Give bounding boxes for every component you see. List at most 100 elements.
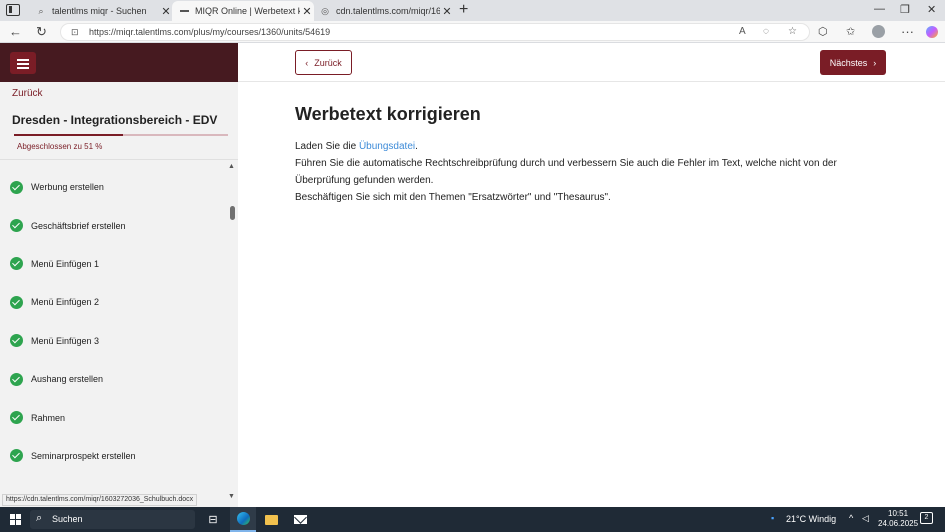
sidebar-scrollbar-thumb[interactable]: [230, 206, 235, 220]
network-activity-icon: ▪: [771, 513, 775, 523]
unit-label: Menü Einfügen 1: [31, 258, 100, 269]
check-icon: [10, 449, 23, 463]
scroll-up-arrow-icon[interactable]: ▲: [228, 163, 235, 170]
course-title: Dresden - Integrationsbereich - EDV: [12, 113, 218, 127]
extensions-icon[interactable]: ⬡: [818, 24, 828, 40]
copilot-icon[interactable]: [926, 26, 938, 38]
content-topbar-divider: [238, 81, 945, 82]
browser-tab-strip: ⌕ talentlms miqr - Suchen ✕ MIQR Online …: [0, 0, 945, 21]
hamburger-menu-icon[interactable]: [10, 52, 36, 74]
more-menu-icon[interactable]: ···: [901, 24, 914, 40]
page-icon: [180, 10, 189, 12]
back-button-label: Zurück: [314, 57, 342, 68]
new-tab-icon[interactable]: +: [459, 1, 468, 19]
tab-search[interactable]: ⌕ talentlms miqr - Suchen ✕: [28, 1, 173, 21]
file-explorer-icon[interactable]: [258, 507, 284, 532]
tray-chevron-up-icon[interactable]: ^: [849, 513, 853, 523]
mail-icon[interactable]: [287, 507, 313, 532]
search-icon: ⌕: [36, 512, 43, 524]
taskbar-search[interactable]: ⌕ Suchen: [30, 510, 195, 529]
browser-toolbar: ← ↻ ⊡ https://miqr.talentlms.com/plus/my…: [0, 21, 945, 43]
profile-avatar[interactable]: [872, 25, 885, 38]
window-close-icon[interactable]: ✕: [927, 3, 936, 16]
progress-text: Abgeschlossen zu 51 %: [17, 142, 103, 151]
check-icon: [10, 295, 23, 309]
scroll-down-arrow-icon[interactable]: ▼: [228, 493, 235, 500]
close-icon[interactable]: ✕: [159, 5, 173, 18]
unit-label: Aushang erstellen: [31, 374, 104, 385]
sidebar-divider: [0, 159, 238, 160]
back-arrow-icon[interactable]: ←: [9, 24, 22, 40]
unit-label: Werbung erstellen: [31, 182, 104, 193]
instruction-line-2: Führen Sie die automatische Rechtschreib…: [295, 158, 837, 186]
address-bar[interactable]: ⊡ https://miqr.talentlms.com/plus/my/cou…: [60, 23, 810, 41]
instruction-line-1: Laden Sie die Übungsdatei.: [295, 138, 895, 155]
unit-item[interactable]: Seminarprospekt erstellen: [0, 437, 226, 475]
unit-item[interactable]: Menü Einfügen 1: [0, 245, 226, 283]
unit-item[interactable]: Geschäftsbrief erstellen: [0, 206, 226, 244]
tab-title: talentlms miqr - Suchen: [52, 6, 147, 16]
tab-title: MIQR Online | Werbetext korrigie: [195, 6, 300, 16]
instruction-text: Laden Sie die: [295, 141, 359, 152]
course-progress-bar: [14, 134, 228, 136]
tab-cdn[interactable]: ◎ cdn.talentlms.com/miqr/16032720 ✕: [312, 1, 454, 21]
check-icon: [10, 180, 23, 194]
sidebar-back-link[interactable]: Zurück: [12, 88, 43, 99]
system-clock[interactable]: 10:51 24.06.2025: [878, 509, 918, 529]
maximize-icon[interactable]: ❐: [900, 3, 910, 16]
next-button-label: Nächstes: [829, 57, 868, 68]
favorites-icon[interactable]: ✩: [846, 24, 855, 40]
search-icon: ⌕: [38, 5, 44, 16]
clock-date: 24.06.2025: [878, 519, 919, 528]
check-icon: [10, 411, 23, 425]
weather-widget[interactable]: 21°C Windig: [786, 514, 836, 524]
check-icon: [10, 372, 23, 386]
course-progress-fill: [14, 134, 124, 136]
unit-item[interactable]: Menü Einfügen 3: [0, 322, 226, 360]
windows-start-icon[interactable]: [10, 514, 21, 525]
more-tools-icon[interactable]: ◌: [763, 26, 769, 37]
link-status-tooltip: https://cdn.talentlms.com/miqr/160327203…: [2, 494, 198, 506]
unit-label: Menü Einfügen 2: [31, 297, 100, 308]
exercise-file-link[interactable]: Übungsdatei: [359, 141, 415, 152]
globe-icon: ◎: [321, 5, 329, 16]
check-icon: [10, 257, 23, 271]
windows-taskbar: ⌕ Suchen ⊟ ▪ 21°C Windig ^ ◁ 10:51 24.06…: [0, 507, 945, 532]
read-aloud-icon[interactable]: A: [739, 26, 746, 37]
chevron-right-icon: ›: [873, 57, 877, 68]
address-url: https://miqr.talentlms.com/plus/my/cours…: [89, 27, 331, 37]
site-info-icon[interactable]: ⊡: [71, 27, 79, 38]
edge-browser-icon[interactable]: [230, 507, 256, 532]
unit-label: Rahmen: [31, 412, 66, 423]
unit-item[interactable]: Rahmen: [0, 398, 226, 436]
volume-icon[interactable]: ◁: [862, 513, 869, 524]
tab-actions-icon[interactable]: [6, 4, 20, 16]
sidebar-header: [0, 43, 238, 82]
minimize-icon[interactable]: —: [874, 3, 885, 15]
course-sidebar: Zurück Dresden - Integrationsbereich - E…: [0, 43, 238, 507]
chevron-left-icon: ‹: [305, 57, 309, 68]
unit-item[interactable]: Menü Einfügen 2: [0, 283, 226, 321]
task-view-icon[interactable]: ⊟: [200, 507, 226, 532]
next-button[interactable]: Nächstes ›: [820, 50, 886, 75]
check-icon: [10, 334, 23, 348]
reload-icon[interactable]: ↻: [36, 24, 47, 40]
page-title: Werbetext korrigieren: [295, 104, 481, 124]
notification-center-icon[interactable]: 2: [920, 512, 933, 524]
instruction-text: .: [415, 141, 418, 152]
back-button[interactable]: ‹ Zurück: [295, 50, 352, 75]
unit-item[interactable]: Aushang erstellen: [0, 360, 226, 398]
clock-time: 10:51: [888, 509, 909, 518]
unit-label: Seminarprospekt erstellen: [31, 450, 136, 461]
close-icon[interactable]: ✕: [440, 5, 454, 18]
unit-label: Geschäftsbrief erstellen: [31, 220, 126, 231]
unit-label: Menü Einfügen 3: [31, 335, 100, 346]
unit-list: Werbung erstellen Geschäftsbrief erstell…: [0, 168, 226, 475]
tab-title: cdn.talentlms.com/miqr/16032720: [336, 6, 440, 16]
instruction-line-3: Beschäftigen Sie sich mit den Themen "Er…: [295, 192, 611, 203]
taskbar-search-label: Suchen: [52, 514, 83, 524]
favorite-star-icon[interactable]: ☆: [788, 26, 797, 37]
tab-miqr-online[interactable]: MIQR Online | Werbetext korrigie ✕: [172, 1, 314, 21]
check-icon: [10, 219, 23, 233]
unit-item[interactable]: Werbung erstellen: [0, 168, 226, 206]
